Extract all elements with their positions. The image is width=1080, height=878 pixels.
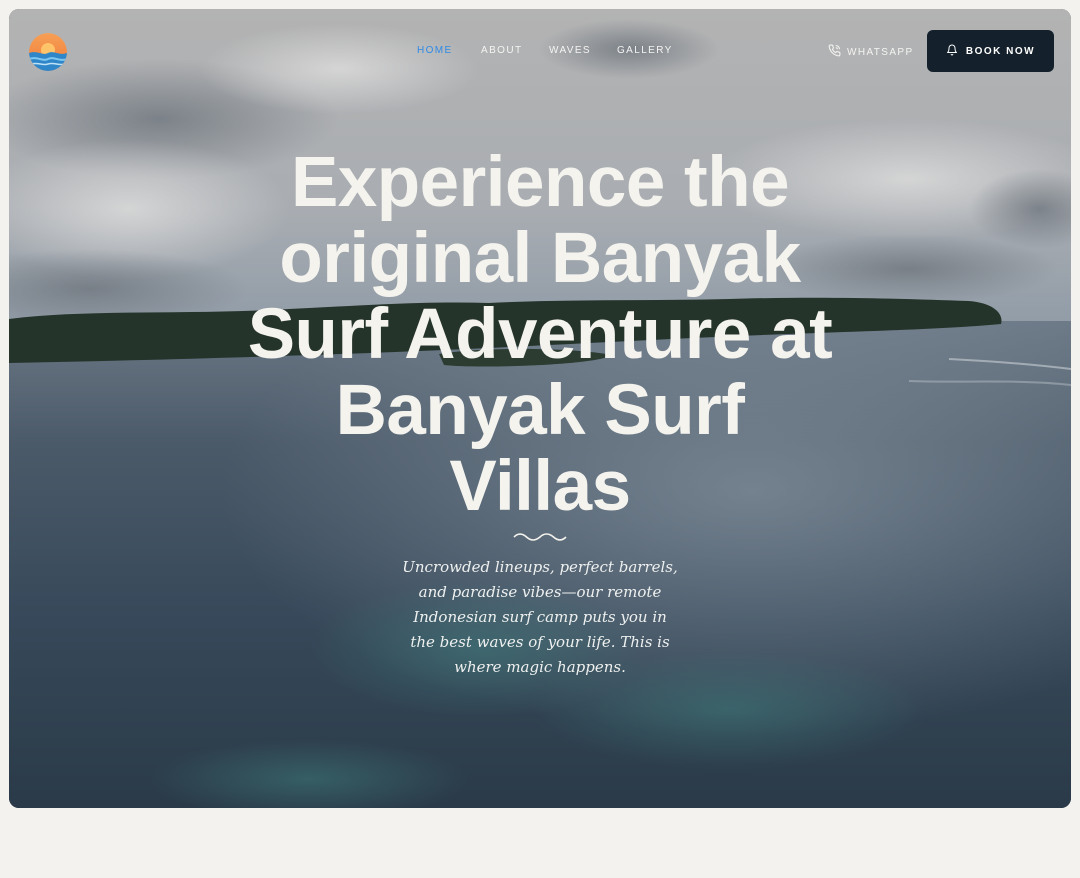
book-now-button[interactable]: BOOK NOW	[927, 30, 1054, 72]
whatsapp-label: WHATSAPP	[847, 46, 914, 58]
nav-link-waves[interactable]: WAVES	[549, 45, 591, 56]
hero-subtitle: Uncrowded lineups, perfect barrels, and …	[402, 558, 678, 676]
bell-icon	[946, 44, 958, 59]
book-now-label: BOOK NOW	[965, 45, 1036, 57]
nav-link-about[interactable]: ABOUT	[481, 45, 522, 56]
hero-section: HOME ABOUT WAVES GALLERY WHATSAPP BOOK N…	[9, 9, 1071, 808]
whatsapp-link[interactable]: WHATSAPP	[828, 44, 914, 60]
phone-icon	[828, 44, 841, 60]
wave-divider-icon	[513, 533, 567, 541]
nav-link-home[interactable]: HOME	[417, 45, 453, 56]
hero-headline: Experience the original Banyak Surf Adve…	[247, 143, 833, 526]
nav-link-gallery[interactable]: GALLERY	[617, 45, 673, 56]
